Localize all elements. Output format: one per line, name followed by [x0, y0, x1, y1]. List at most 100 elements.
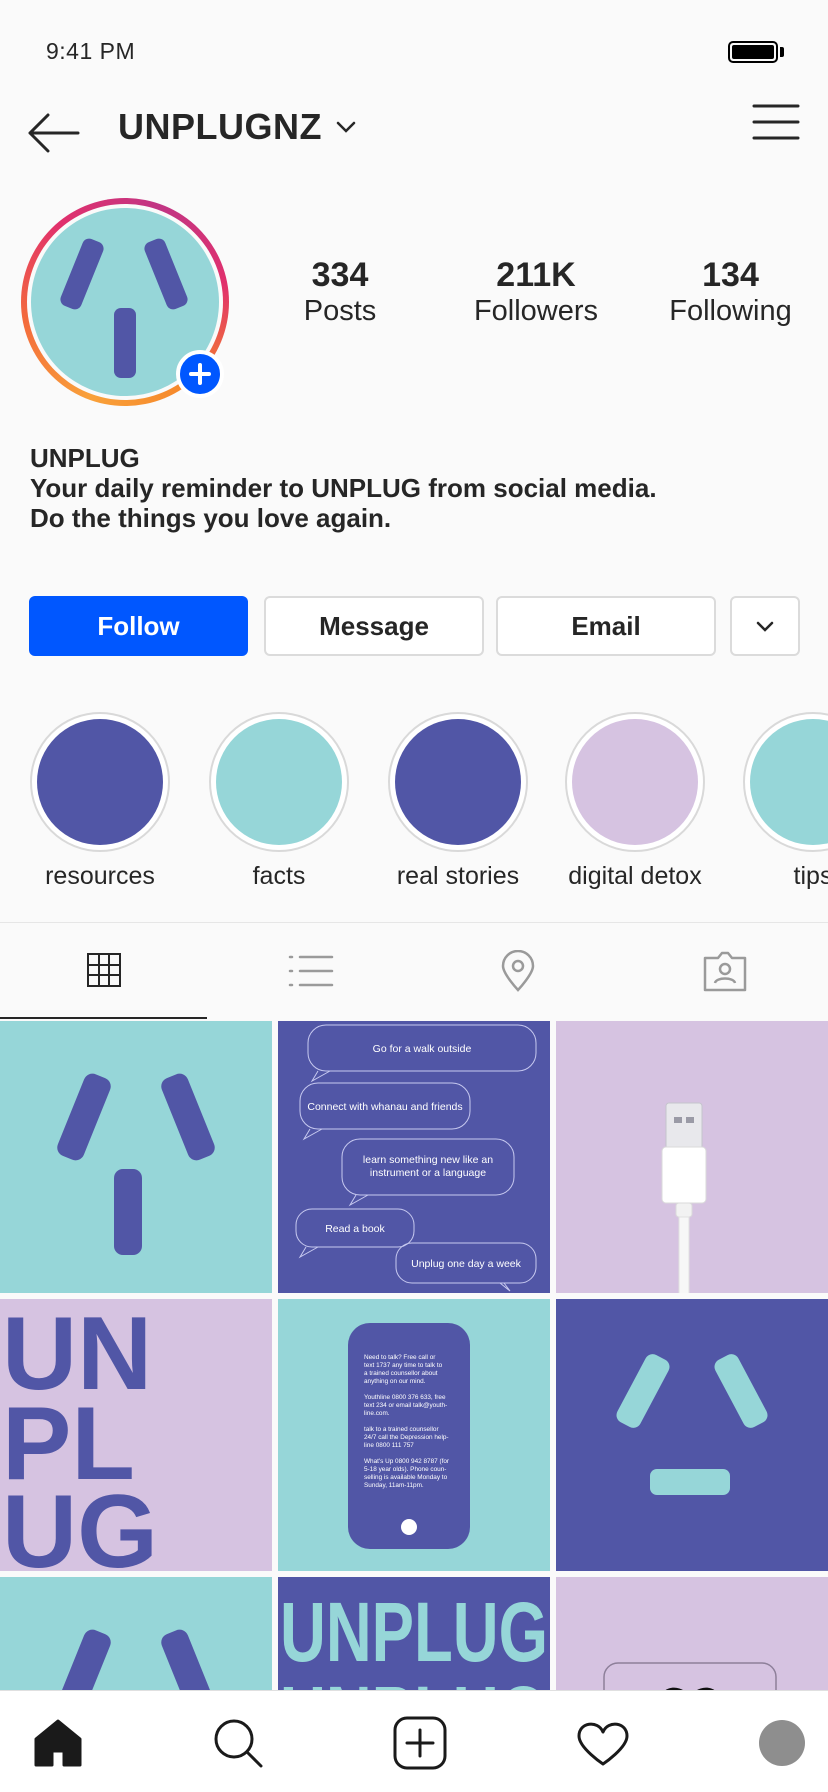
helpline-text: anything on our mind. [364, 1378, 426, 1385]
highlight-label: resources [45, 862, 155, 890]
tagged-person-icon [703, 951, 746, 992]
profile-actions: Follow Message Email [0, 596, 828, 658]
profile-avatar-icon[interactable] [752, 1715, 812, 1771]
location-pin-icon [501, 950, 534, 992]
account-switcher[interactable]: UNPLUGNZ [118, 106, 356, 148]
list-icon [288, 955, 333, 987]
highlight-label: digital detox [568, 862, 702, 890]
grid-icon [86, 953, 121, 987]
plug-logo-icon [57, 1073, 215, 1255]
helpline-text: 24/7 call the Depression help- [364, 1434, 449, 1441]
message-button[interactable]: Message [264, 596, 484, 656]
bio-line-1: Your daily reminder to UNPLUG from socia… [30, 473, 657, 503]
stat-followers[interactable]: 211K Followers [455, 257, 617, 329]
phone-helpline-graphic: Need to talk? Free call or text 1737 any… [348, 1323, 470, 1549]
post-usb-cable[interactable] [556, 1021, 828, 1293]
helpline-text: talk to a trained counsellor [364, 1426, 439, 1433]
phone-heart-graphic [603, 1662, 777, 1691]
highlight-cover [572, 719, 698, 845]
bubble-text: instrument or a language [370, 1167, 486, 1179]
profile-tabs [0, 922, 828, 1019]
usb-cable-icon [661, 1102, 707, 1293]
story-highlights: resources facts real stories digital det… [0, 712, 828, 892]
bubble-text: Go for a walk outside [373, 1043, 472, 1055]
helpline-text: line 0800 111 757 [364, 1442, 414, 1449]
chevron-down-icon [756, 621, 774, 632]
highlight-resources[interactable]: resources [10, 712, 190, 891]
helpline-text: text 1737 any time to talk to [364, 1362, 443, 1369]
plug-face-icon [616, 1354, 768, 1495]
post-unplug-stack[interactable]: UN PL UG [0, 1299, 272, 1571]
tab-grid[interactable] [0, 923, 207, 1019]
helpline-text: text 234 or email talk@youth- [364, 1402, 447, 1409]
helpline-text: What's Up 0800 942 8787 (for [364, 1458, 450, 1465]
post-helpline-phone[interactable]: Need to talk? Free call or text 1737 any… [278, 1299, 550, 1571]
bio-name: UNPLUG [30, 443, 140, 473]
helpline-text: Youthline 0800 376 633, free [364, 1394, 446, 1401]
highlight-tips[interactable]: tips [723, 712, 828, 891]
profile-header: UNPLUGNZ [0, 90, 828, 170]
bio-line-2: Do the things you love again. [30, 503, 392, 533]
new-post-icon[interactable] [390, 1715, 450, 1771]
unplug-banner-text: UNPLUG UNPLUG [280, 1585, 548, 1691]
followers-count: 211K [496, 256, 576, 294]
bottom-navigation [0, 1690, 828, 1792]
plus-icon [189, 363, 211, 385]
highlight-cover [395, 719, 521, 845]
email-button[interactable]: Email [496, 596, 716, 656]
status-time: 9:41 PM [46, 38, 136, 64]
tab-list[interactable] [207, 923, 414, 1019]
helpline-text: Need to talk? Free call or [364, 1354, 436, 1361]
unplug-stack-line: UG [2, 1474, 158, 1571]
helpline-text: line.com. [364, 1410, 390, 1417]
highlight-real-stories[interactable]: real stories [368, 712, 548, 891]
status-bar: 9:41 PM [0, 0, 828, 100]
profile-stats: 334 Posts 211K Followers 134 Following [270, 257, 800, 337]
speech-bubbles: Go for a walk outside Connect with whana… [295, 1024, 537, 1292]
post-plug-face-2[interactable] [0, 1577, 272, 1691]
helpline-text: a trained counsellor about [364, 1370, 438, 1377]
followers-label: Followers [473, 295, 599, 327]
post-plug-face[interactable] [0, 1021, 272, 1293]
home-icon[interactable] [28, 1715, 88, 1771]
back-arrow-icon[interactable] [26, 110, 82, 156]
bubble-text: Unplug one day a week [411, 1258, 521, 1270]
highlight-cover [37, 719, 163, 845]
highlight-label: real stories [396, 862, 520, 890]
battery-icon [728, 41, 778, 63]
heart-icon[interactable] [573, 1715, 633, 1771]
post-unplug-banner[interactable]: UNPLUG UNPLUG [278, 1577, 550, 1691]
hamburger-menu-icon[interactable] [752, 102, 800, 142]
follow-button[interactable]: Follow [29, 596, 248, 656]
add-story-button[interactable] [176, 350, 224, 398]
plug-logo-icon [57, 1629, 215, 1691]
post-activity-bubbles[interactable]: Go for a walk outside Connect with whana… [278, 1021, 550, 1293]
posts-label: Posts [303, 295, 377, 327]
following-label: Following [669, 295, 792, 327]
post-plug-face-indigo[interactable] [556, 1299, 828, 1571]
bio: UNPLUG Your daily reminder to UNPLUG fro… [30, 443, 790, 533]
username: UNPLUGNZ [118, 106, 322, 147]
tab-location[interactable] [414, 923, 621, 1019]
stat-posts[interactable]: 334 Posts [270, 257, 410, 329]
chevron-down-icon [336, 121, 356, 133]
unplug-stacked-text: UN PL UG [2, 1299, 158, 1571]
helpline-text: 5-18 year olds). Phone coun- [364, 1466, 446, 1473]
highlight-cover [750, 719, 828, 845]
highlight-facts[interactable]: facts [189, 712, 369, 891]
highlight-label: tips [793, 862, 828, 890]
helpline-text: Sunday, 11am-11pm. [364, 1482, 424, 1489]
following-count: 134 [702, 256, 759, 294]
search-icon[interactable] [208, 1715, 268, 1771]
suggested-dropdown-button[interactable] [730, 596, 800, 656]
post-phone-heart[interactable] [556, 1577, 828, 1691]
stat-following[interactable]: 134 Following [653, 257, 808, 329]
unplug-banner-line: UNPLUG [280, 1669, 548, 1691]
highlight-digital-detox[interactable]: digital detox [545, 712, 725, 891]
unplug-banner-line: UNPLUG [280, 1585, 548, 1679]
helpline-text: selling is available Monday to [364, 1474, 448, 1481]
bubble-text: learn something new like an [363, 1154, 493, 1166]
tab-tagged[interactable] [621, 923, 828, 1019]
bubble-text: Read a book [325, 1223, 385, 1235]
highlight-label: facts [252, 862, 306, 890]
